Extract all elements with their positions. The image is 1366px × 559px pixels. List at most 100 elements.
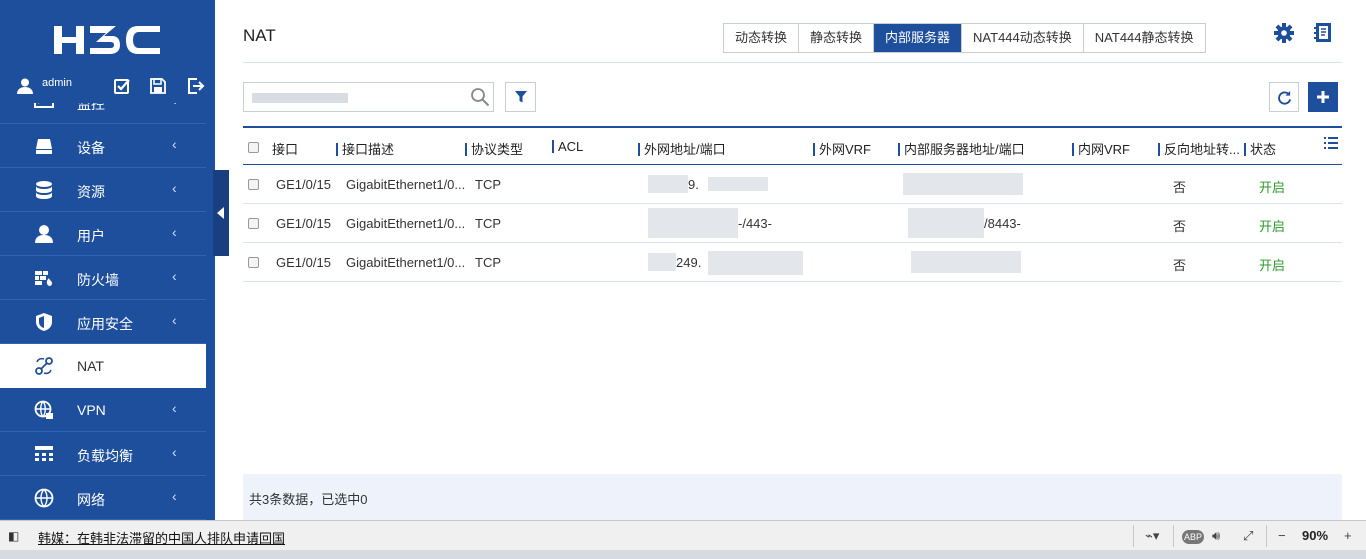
sidebar-item-label: 网络	[77, 492, 105, 508]
filter-button[interactable]	[505, 82, 536, 112]
cell-protocol: TCP	[475, 177, 501, 192]
sidebar-collapse-toggle[interactable]	[213, 170, 229, 256]
sidebar-item-firewall[interactable]: 防火墙 ‹	[0, 256, 206, 300]
divider	[1266, 525, 1267, 547]
redacted-block	[708, 177, 768, 191]
network-globe-icon	[34, 488, 54, 508]
cell-interface-desc: GigabitEthernet1/0...	[346, 177, 466, 192]
table-row[interactable]: GE1/0/15 GigabitEthernet1/0... TCP -/443…	[243, 204, 1342, 243]
add-button[interactable]	[1308, 82, 1338, 112]
table-footer: 共3条数据，已选中0	[243, 474, 1342, 520]
sidebar-item-vpn[interactable]: VPN ‹	[0, 388, 206, 432]
sidebar-item-label: 监控	[77, 103, 105, 112]
cell-protocol: TCP	[475, 255, 501, 270]
sidebar-item-app-security[interactable]: 应用安全 ‹	[0, 300, 206, 344]
volume-icon[interactable]: 🔊︎	[1212, 528, 1220, 544]
sidebar: admin 监控 ‹ 设备 ‹ 资源 ‹	[0, 0, 215, 520]
sidebar-item-network[interactable]: 网络 ‹	[0, 476, 206, 520]
cell-interface: GE1/0/15	[276, 216, 331, 231]
news-ticker-link[interactable]: 韩媒：在韩非法滞留的中国人排队申请回国	[38, 528, 285, 547]
zoom-level[interactable]: 90%	[1302, 528, 1328, 543]
zoom-in-icon[interactable]: +	[1344, 528, 1352, 543]
h3c-logo	[54, 26, 160, 54]
nat-tabs: 动态转换 静态转换 内部服务器 NAT444动态转换 NAT444静态转换	[723, 23, 1206, 53]
search-icon[interactable]	[470, 87, 490, 107]
sidebar-item-label: 防火墙	[77, 272, 119, 288]
search-input[interactable]	[248, 87, 466, 107]
load-balance-icon	[35, 446, 53, 461]
adblock-icon[interactable]: ABP	[1182, 530, 1205, 544]
sidebar-item-label: 负载均衡	[77, 448, 133, 464]
cell-public-addr: 249.	[676, 255, 702, 270]
tab-nat444-dynamic[interactable]: NAT444动态转换	[962, 24, 1084, 52]
header-internal-addr[interactable]: 内部服务器地址/端口	[898, 139, 1025, 158]
gear-icon[interactable]	[1273, 22, 1295, 44]
header-status[interactable]: 状态	[1244, 139, 1276, 158]
cell-reverse: 否	[1173, 180, 1187, 195]
cell-public-addr: -/443-	[738, 216, 772, 231]
row-checkbox[interactable]	[248, 179, 259, 190]
fullscreen-icon[interactable]: ⤢	[1243, 528, 1253, 544]
chevron-left-icon: ‹	[172, 488, 177, 504]
redacted-block	[908, 208, 984, 238]
nat-icon	[35, 357, 53, 375]
cell-interface-desc: GigabitEthernet1/0...	[346, 255, 466, 270]
header-reverse[interactable]: 反向地址转...	[1158, 139, 1240, 158]
table-row[interactable]: GE1/0/15 GigabitEthernet1/0... TCP 249. …	[243, 243, 1342, 282]
zoom-out-icon[interactable]: −	[1278, 528, 1286, 543]
sidebar-item-nat[interactable]: NAT	[0, 344, 206, 388]
chevron-left-icon: ‹	[172, 224, 177, 240]
sidebar-item-device[interactable]: 设备 ‹	[0, 124, 206, 168]
performance-icon[interactable]: ⌁▾	[1145, 528, 1159, 544]
column-list-icon[interactable]	[1324, 137, 1338, 149]
header-divider	[243, 62, 1342, 63]
cell-status: 开启	[1259, 258, 1286, 273]
sidebar-menu: 监控 ‹ 设备 ‹ 资源 ‹ 用户 ‹ 防火墙 ‹ 应用安全 ‹	[0, 103, 215, 520]
row-checkbox[interactable]	[248, 257, 259, 268]
sidebar-item-resource[interactable]: 资源 ‹	[0, 168, 206, 212]
taskbar-strip	[0, 550, 1366, 559]
sidebar-item-label: NAT	[77, 358, 104, 374]
sidebar-item-load-balance[interactable]: 负载均衡 ‹	[0, 432, 206, 476]
refresh-button[interactable]	[1269, 82, 1299, 112]
page-title: NAT	[243, 26, 276, 45]
select-all-checkbox[interactable]	[248, 142, 259, 153]
shield-icon	[36, 313, 52, 331]
database-icon	[36, 181, 52, 199]
divider	[1173, 525, 1174, 547]
save-config-check-icon[interactable]	[112, 76, 132, 96]
collapse-arrow-icon	[217, 207, 224, 219]
filter-icon	[515, 91, 527, 103]
chevron-left-icon: ‹	[172, 136, 177, 152]
sidebar-item-label: 用户	[77, 228, 105, 244]
cell-interface-desc: GigabitEthernet1/0...	[346, 216, 466, 231]
help-book-icon[interactable]	[1313, 22, 1333, 44]
row-checkbox[interactable]	[248, 218, 259, 229]
sidebar-item-monitor[interactable]: 监控 ‹	[0, 103, 206, 124]
browser-status-bar: ◧ 韩媒：在韩非法滞留的中国人排队申请回国 ⌁▾ ABP 🔊︎ ⤢ − 90% …	[0, 520, 1366, 550]
save-icon[interactable]	[148, 76, 168, 96]
cell-interface: GE1/0/15	[276, 177, 331, 192]
tab-static[interactable]: 静态转换	[799, 24, 875, 52]
cell-status: 开启	[1259, 219, 1286, 234]
table-row[interactable]: GE1/0/15 GigabitEthernet1/0... TCP 9. 否 …	[243, 165, 1342, 204]
logout-icon[interactable]	[185, 76, 205, 96]
firewall-icon	[35, 271, 52, 286]
header-internal-vrf[interactable]: 内网VRF	[1072, 139, 1130, 158]
tab-internal-server[interactable]: 内部服务器	[874, 24, 963, 52]
header-public-addr[interactable]: 外网地址/端口	[638, 139, 726, 158]
header-public-vrf[interactable]: 外网VRF	[813, 139, 871, 158]
sidebar-item-user[interactable]: 用户 ‹	[0, 212, 206, 256]
cell-internal-addr: /8443-	[984, 216, 1021, 231]
redacted-block	[903, 173, 1023, 195]
panel-toggle-icon[interactable]: ◧	[8, 529, 19, 543]
header-acl[interactable]: ACL	[552, 139, 583, 154]
tab-dynamic[interactable]: 动态转换	[724, 24, 800, 52]
redacted-block	[648, 175, 688, 193]
device-icon	[36, 139, 52, 154]
header-interface[interactable]: 接口	[266, 139, 298, 158]
header-protocol[interactable]: 协议类型	[465, 139, 523, 158]
header-interface-desc[interactable]: 接口描述	[336, 139, 394, 158]
tab-nat444-static[interactable]: NAT444静态转换	[1083, 24, 1205, 52]
cell-reverse: 否	[1173, 258, 1187, 273]
